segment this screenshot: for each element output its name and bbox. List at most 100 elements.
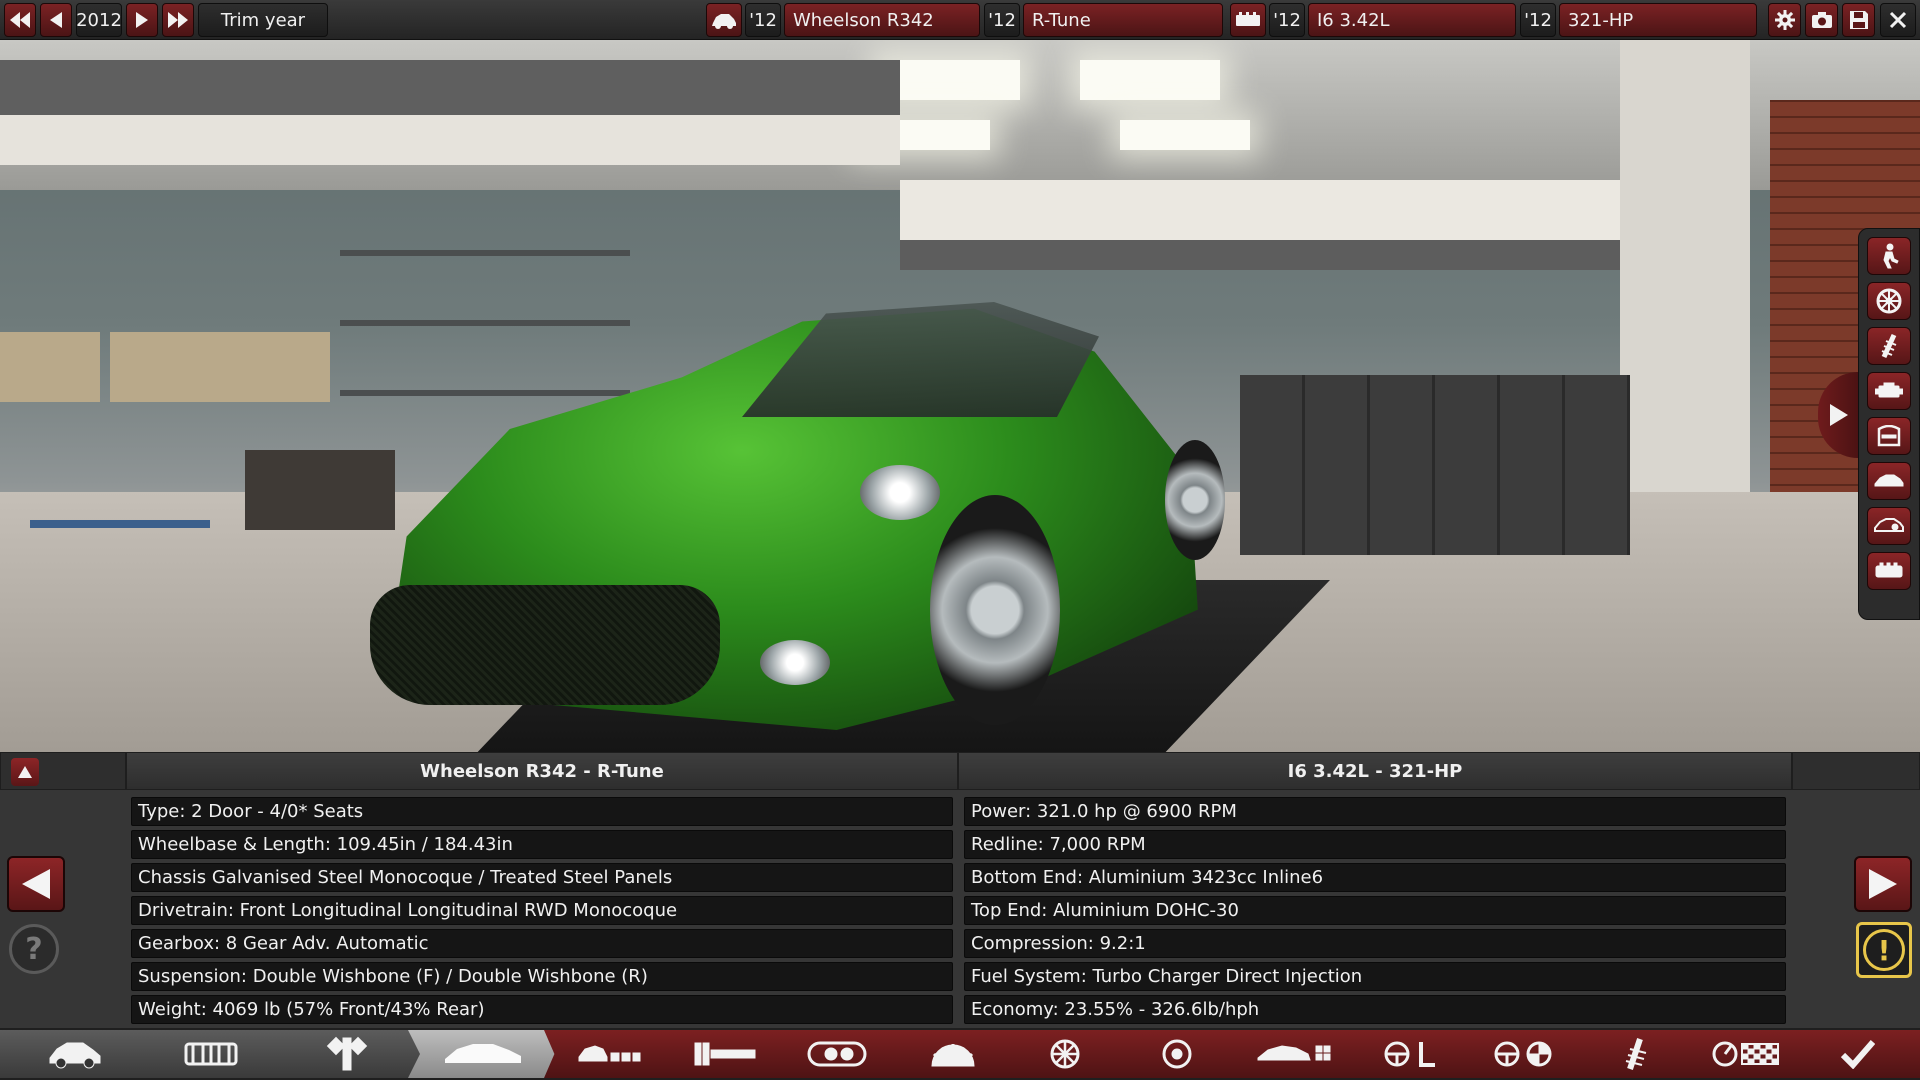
trim-year-badge: '12: [984, 3, 1020, 37]
help-button[interactable]: ?: [9, 924, 59, 974]
model-name-field[interactable]: Wheelson R342: [784, 3, 980, 37]
body-view-button[interactable]: [1867, 462, 1911, 500]
spec-row: Economy: 23.55% - 326.6lb/hph: [964, 995, 1786, 1024]
wheels-icon: [1050, 1039, 1080, 1069]
tab-brakes[interactable]: [1114, 1030, 1240, 1078]
tab-wheels[interactable]: [1002, 1030, 1128, 1078]
tab-engine[interactable]: [776, 1030, 902, 1078]
spec-row: Power: 321.0 hp @ 6900 RPM: [964, 797, 1786, 826]
engine-family-field[interactable]: I6 3.42L: [1308, 3, 1516, 37]
fixtures-icon: [1875, 562, 1903, 578]
header-spacer: [1792, 752, 1920, 790]
previous-button[interactable]: [7, 856, 65, 912]
arrow-right-icon: [1869, 869, 1897, 899]
interior-view-button[interactable]: [1867, 417, 1911, 455]
tab-suspension[interactable]: [272, 1030, 422, 1078]
tab-body[interactable]: [408, 1030, 558, 1078]
view-toolbar: [1858, 228, 1920, 620]
engine-icon: [807, 1041, 867, 1067]
garage-viewport[interactable]: [0, 40, 1920, 752]
confirm-button[interactable]: [1796, 1030, 1920, 1078]
car-rear-wheel: [1165, 440, 1225, 560]
tab-interior[interactable]: [890, 1030, 1016, 1078]
car-model-button[interactable]: [706, 3, 742, 37]
gearbox-icon: [694, 1042, 756, 1066]
fixtures-view-button[interactable]: [1867, 552, 1911, 590]
spec-row: Drivetrain: Front Longitudinal Longitudi…: [131, 896, 953, 925]
tab-gearbox[interactable]: [662, 1030, 788, 1078]
arrow-right-icon: [136, 12, 148, 28]
save-button[interactable]: [1842, 3, 1875, 37]
next-year-button[interactable]: [126, 3, 158, 37]
tab-fixtures[interactable]: [544, 1030, 674, 1078]
interior-icon: [1877, 425, 1901, 447]
springs-icon: [1625, 1038, 1647, 1070]
wall-stripe: [0, 115, 900, 165]
suspension-icon: [326, 1036, 368, 1071]
last-year-button[interactable]: [162, 3, 194, 37]
next-button[interactable]: [1854, 856, 1912, 912]
warnings-button[interactable]: !: [1856, 922, 1912, 978]
tab-aero[interactable]: [1226, 1030, 1362, 1078]
wall-stripe: [900, 240, 1620, 270]
wall-stripe: [900, 180, 1620, 240]
spec-row: Compression: 9.2:1: [964, 929, 1786, 958]
aero-icon: [1257, 1045, 1331, 1061]
first-year-button[interactable]: [4, 3, 36, 37]
spec-row: Fuel System: Turbo Charger Direct Inject…: [964, 962, 1786, 991]
steering-icon: [1384, 1041, 1435, 1067]
car-headlight: [860, 465, 940, 520]
interior-icon: [931, 1044, 975, 1067]
hand-truck: [30, 520, 210, 528]
ceiling-light: [880, 60, 1020, 100]
car-spec-list: Type: 2 Door - 4/0* Seats Wheelbase & Le…: [131, 797, 953, 1028]
settings-button[interactable]: [1768, 3, 1801, 37]
car-spec-title: Wheelson R342 - R-Tune: [126, 752, 958, 790]
suspension-icon: [1881, 333, 1897, 359]
design-stage-nav: [0, 1028, 1920, 1080]
tab-car-model[interactable]: [0, 1030, 150, 1078]
tab-wheel-balance[interactable]: [1460, 1030, 1586, 1078]
engine-view-button[interactable]: [1867, 372, 1911, 410]
info-panel: Wheelson R342 - R-Tune I6 3.42L - 321-HP…: [0, 752, 1920, 1028]
shelf: [340, 250, 630, 256]
tab-chassis[interactable]: [136, 1030, 286, 1078]
trim-year-label[interactable]: Trim year: [198, 3, 328, 37]
tab-steering[interactable]: [1348, 1030, 1474, 1078]
wheel-icon: [1876, 288, 1902, 314]
shelf: [340, 390, 630, 396]
question-mark-icon: ?: [25, 931, 43, 967]
driver-view-button[interactable]: [1867, 237, 1911, 275]
collapse-panel-button[interactable]: [11, 758, 39, 786]
car-foglight: [760, 640, 830, 685]
car-grille: [370, 585, 720, 705]
year-field[interactable]: 2012: [76, 3, 122, 37]
engine-icon: [1875, 382, 1903, 398]
screenshot-button[interactable]: [1805, 3, 1838, 37]
tab-springs[interactable]: [1572, 1030, 1698, 1078]
car-icon: [712, 14, 736, 29]
lights-view-button[interactable]: [1867, 507, 1911, 545]
wheel-view-button[interactable]: [1867, 282, 1911, 320]
test-track-icon: [1712, 1041, 1779, 1067]
suspension-view-button[interactable]: [1867, 327, 1911, 365]
engine-family-year-badge: '12: [1269, 3, 1305, 37]
arrow-right-icon: [1830, 404, 1848, 426]
tool-pegboard: [0, 332, 100, 402]
spec-row: Gearbox: 8 Gear Adv. Automatic: [131, 929, 953, 958]
driver-icon: [1883, 243, 1899, 269]
top-toolbar: 2012 Trim year '12 Wheelson R342 '12 R-T…: [0, 0, 1920, 40]
trim-name-field[interactable]: R-Tune: [1023, 3, 1223, 37]
storage-cabinets: [1240, 375, 1630, 555]
wall-stripe: [0, 60, 900, 115]
car-icon: [49, 1042, 101, 1069]
arrow-left-icon: [50, 12, 62, 28]
tab-test-track[interactable]: [1684, 1030, 1810, 1078]
engine-variant-field[interactable]: 321-HP: [1559, 3, 1757, 37]
pallet-stack: [245, 450, 395, 530]
gear-icon: [1774, 10, 1795, 30]
engine-variant-year-badge: '12: [1520, 3, 1556, 37]
prev-year-button[interactable]: [40, 3, 72, 37]
engine-button[interactable]: [1230, 3, 1266, 37]
close-button[interactable]: [1880, 3, 1916, 37]
